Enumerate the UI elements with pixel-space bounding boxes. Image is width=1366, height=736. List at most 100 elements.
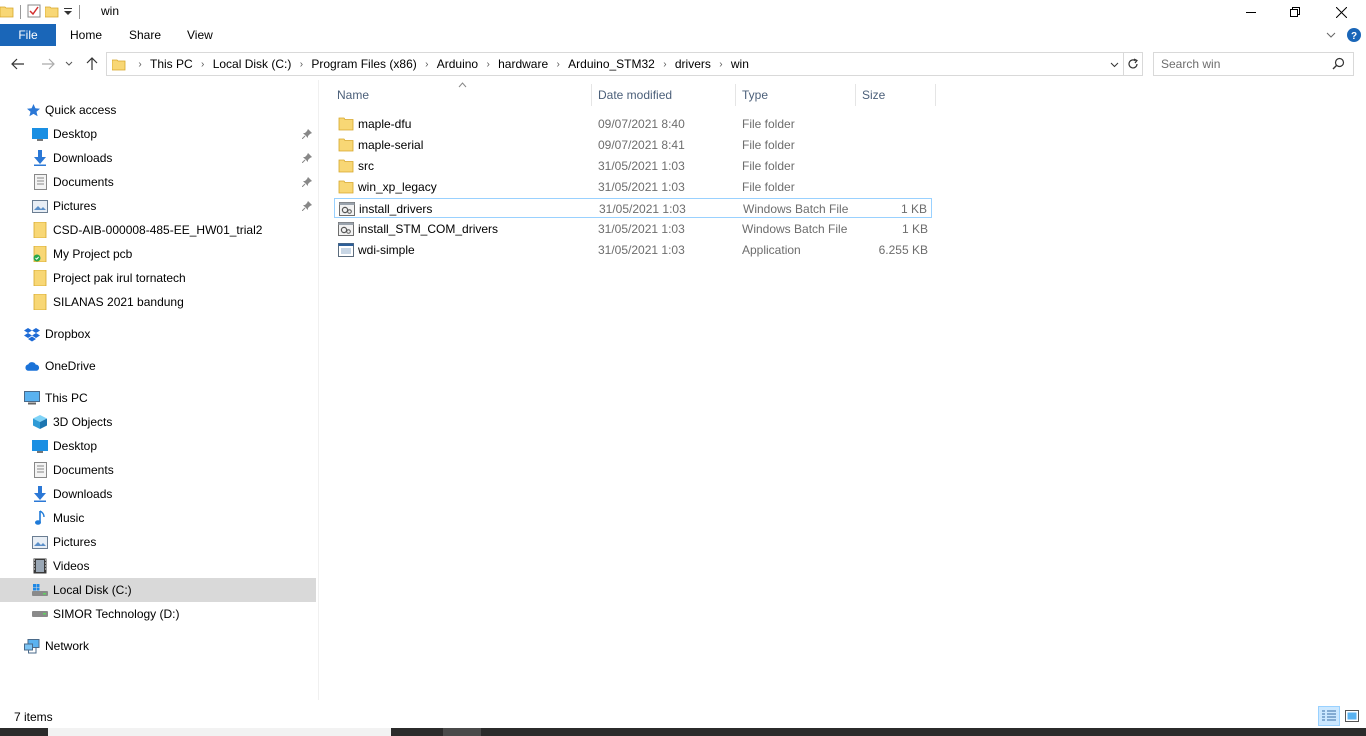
pin-icon[interactable] (301, 200, 312, 214)
breadcrumb-arduino[interactable]: Arduino (431, 57, 484, 71)
nav-desktop[interactable]: Desktop (0, 434, 316, 458)
nav-quick-access[interactable]: Quick access (0, 98, 316, 122)
file-size: 6.255 KB (878, 243, 928, 257)
nav-folder-csd[interactable]: CSD-AIB-000008-485-EE_HW01_trial2 (0, 218, 316, 242)
chevron-right-icon[interactable]: › (297, 59, 305, 70)
nav-label: OneDrive (45, 359, 96, 373)
column-header-type[interactable]: Type (742, 84, 768, 106)
nav-network[interactable]: Network (0, 634, 316, 658)
chevron-right-icon[interactable]: › (423, 59, 431, 70)
taskbar-active-app[interactable] (443, 728, 481, 736)
properties-icon[interactable] (27, 4, 41, 21)
breadcrumb-this-pc[interactable]: This PC (144, 57, 199, 71)
help-icon: ? (1347, 28, 1361, 42)
nav-folder-my-project[interactable]: My Project pcb (0, 242, 316, 266)
breadcrumb-hardware[interactable]: hardware (492, 57, 554, 71)
recent-locations-button[interactable] (62, 54, 76, 74)
refresh-button[interactable] (1124, 52, 1143, 76)
tab-view[interactable]: View (187, 28, 213, 42)
pin-icon[interactable] (301, 176, 312, 190)
nav-documents[interactable]: Documents (0, 458, 316, 482)
breadcrumb-arduino-stm32[interactable]: Arduino_STM32 (562, 57, 661, 71)
pin-icon[interactable] (301, 152, 312, 166)
address-bar[interactable]: › This PC › Local Disk (C:) › Program Fi… (106, 52, 1124, 76)
nav-documents-quick[interactable]: Documents (0, 170, 316, 194)
minimize-button[interactable] (1228, 0, 1274, 24)
dropbox-icon (24, 326, 40, 342)
forward-button[interactable] (38, 54, 58, 74)
tab-home[interactable]: Home (70, 28, 102, 42)
column-header-name[interactable]: Name (337, 84, 369, 106)
toolbar-separator (79, 5, 80, 19)
search-icon[interactable] (1332, 57, 1345, 73)
tab-file[interactable]: File (0, 24, 56, 46)
chevron-right-icon[interactable]: › (136, 59, 144, 70)
expand-ribbon-button[interactable] (1325, 26, 1337, 44)
details-view-button[interactable] (1318, 706, 1340, 726)
help-button[interactable]: ? (1347, 26, 1361, 44)
pin-icon[interactable] (301, 128, 312, 142)
breadcrumb-local-disk[interactable]: Local Disk (C:) (207, 57, 298, 71)
chevron-right-icon[interactable]: › (199, 59, 207, 70)
chevron-right-icon[interactable]: › (717, 59, 725, 70)
nav-onedrive[interactable]: OneDrive (0, 354, 316, 378)
table-row[interactable]: src 31/05/2021 1:03 File folder (334, 156, 932, 176)
taskbar-search-box[interactable] (48, 728, 391, 736)
large-icons-view-button[interactable] (1341, 706, 1363, 726)
folder-icon (338, 158, 354, 174)
column-divider[interactable] (591, 84, 592, 106)
breadcrumb-drivers[interactable]: drivers (669, 57, 717, 71)
column-divider[interactable] (855, 84, 856, 106)
nav-3d-objects[interactable]: 3D Objects (0, 410, 316, 434)
chevron-right-icon[interactable]: › (484, 59, 492, 70)
breadcrumb-win[interactable]: win (725, 57, 755, 71)
file-date: 31/05/2021 1:03 (598, 222, 685, 236)
nav-local-disk-c[interactable]: Local Disk (C:) (0, 578, 316, 602)
nav-folder-silanas[interactable]: SILANAS 2021 bandung (0, 290, 316, 314)
table-row[interactable]: wdi-simple 31/05/2021 1:03 Application 6… (334, 240, 932, 260)
close-icon (1335, 6, 1347, 18)
table-row[interactable]: install_STM_COM_drivers 31/05/2021 1:03 … (334, 219, 932, 239)
new-folder-icon[interactable] (44, 4, 59, 21)
nav-this-pc[interactable]: This PC (0, 386, 316, 410)
file-date: 31/05/2021 1:03 (598, 180, 685, 194)
nav-pictures-quick[interactable]: Pictures (0, 194, 316, 218)
table-row[interactable]: install_drivers 31/05/2021 1:03 Windows … (334, 198, 932, 218)
nav-music[interactable]: Music (0, 506, 316, 530)
taskbar (0, 728, 1366, 736)
nav-pictures[interactable]: Pictures (0, 530, 316, 554)
table-row[interactable]: win_xp_legacy 31/05/2021 1:03 File folde… (334, 177, 932, 197)
up-button[interactable] (82, 54, 102, 74)
nav-downloads-quick[interactable]: Downloads (0, 146, 316, 170)
nav-label: Pictures (53, 199, 97, 213)
nav-dropbox[interactable]: Dropbox (0, 322, 316, 346)
file-type: Windows Batch File (742, 222, 848, 236)
search-input[interactable] (1154, 57, 1324, 71)
nav-desktop-quick[interactable]: Desktop (0, 122, 316, 146)
table-row[interactable]: maple-dfu 09/07/2021 8:40 File folder (334, 114, 932, 134)
column-divider[interactable] (935, 84, 936, 106)
table-row[interactable]: maple-serial 09/07/2021 8:41 File folder (334, 135, 932, 155)
search-box[interactable] (1153, 52, 1354, 76)
nav-downloads[interactable]: Downloads (0, 482, 316, 506)
cloud-icon (24, 358, 40, 374)
folder-icon (338, 116, 354, 132)
tab-share[interactable]: Share (129, 28, 161, 42)
customize-toolbar-icon[interactable] (63, 4, 73, 21)
close-button[interactable] (1318, 0, 1364, 24)
restore-button[interactable] (1272, 0, 1318, 24)
nav-folder-project-pak[interactable]: Project pak irul tornatech (0, 266, 316, 290)
column-header-size[interactable]: Size (862, 84, 885, 106)
chevron-right-icon[interactable]: › (661, 59, 669, 70)
title-bar: win (0, 0, 1366, 24)
back-button[interactable] (8, 54, 28, 74)
chevron-right-icon[interactable]: › (554, 59, 562, 70)
column-divider[interactable] (735, 84, 736, 106)
windows-drive-icon (32, 582, 48, 598)
nav-simor-drive-d[interactable]: SIMOR Technology (D:) (0, 602, 316, 626)
column-header-date[interactable]: Date modified (598, 84, 672, 106)
pane-splitter[interactable] (318, 80, 319, 700)
nav-videos[interactable]: Videos (0, 554, 316, 578)
breadcrumb-program-files[interactable]: Program Files (x86) (305, 57, 422, 71)
address-history-button[interactable] (1107, 57, 1121, 71)
